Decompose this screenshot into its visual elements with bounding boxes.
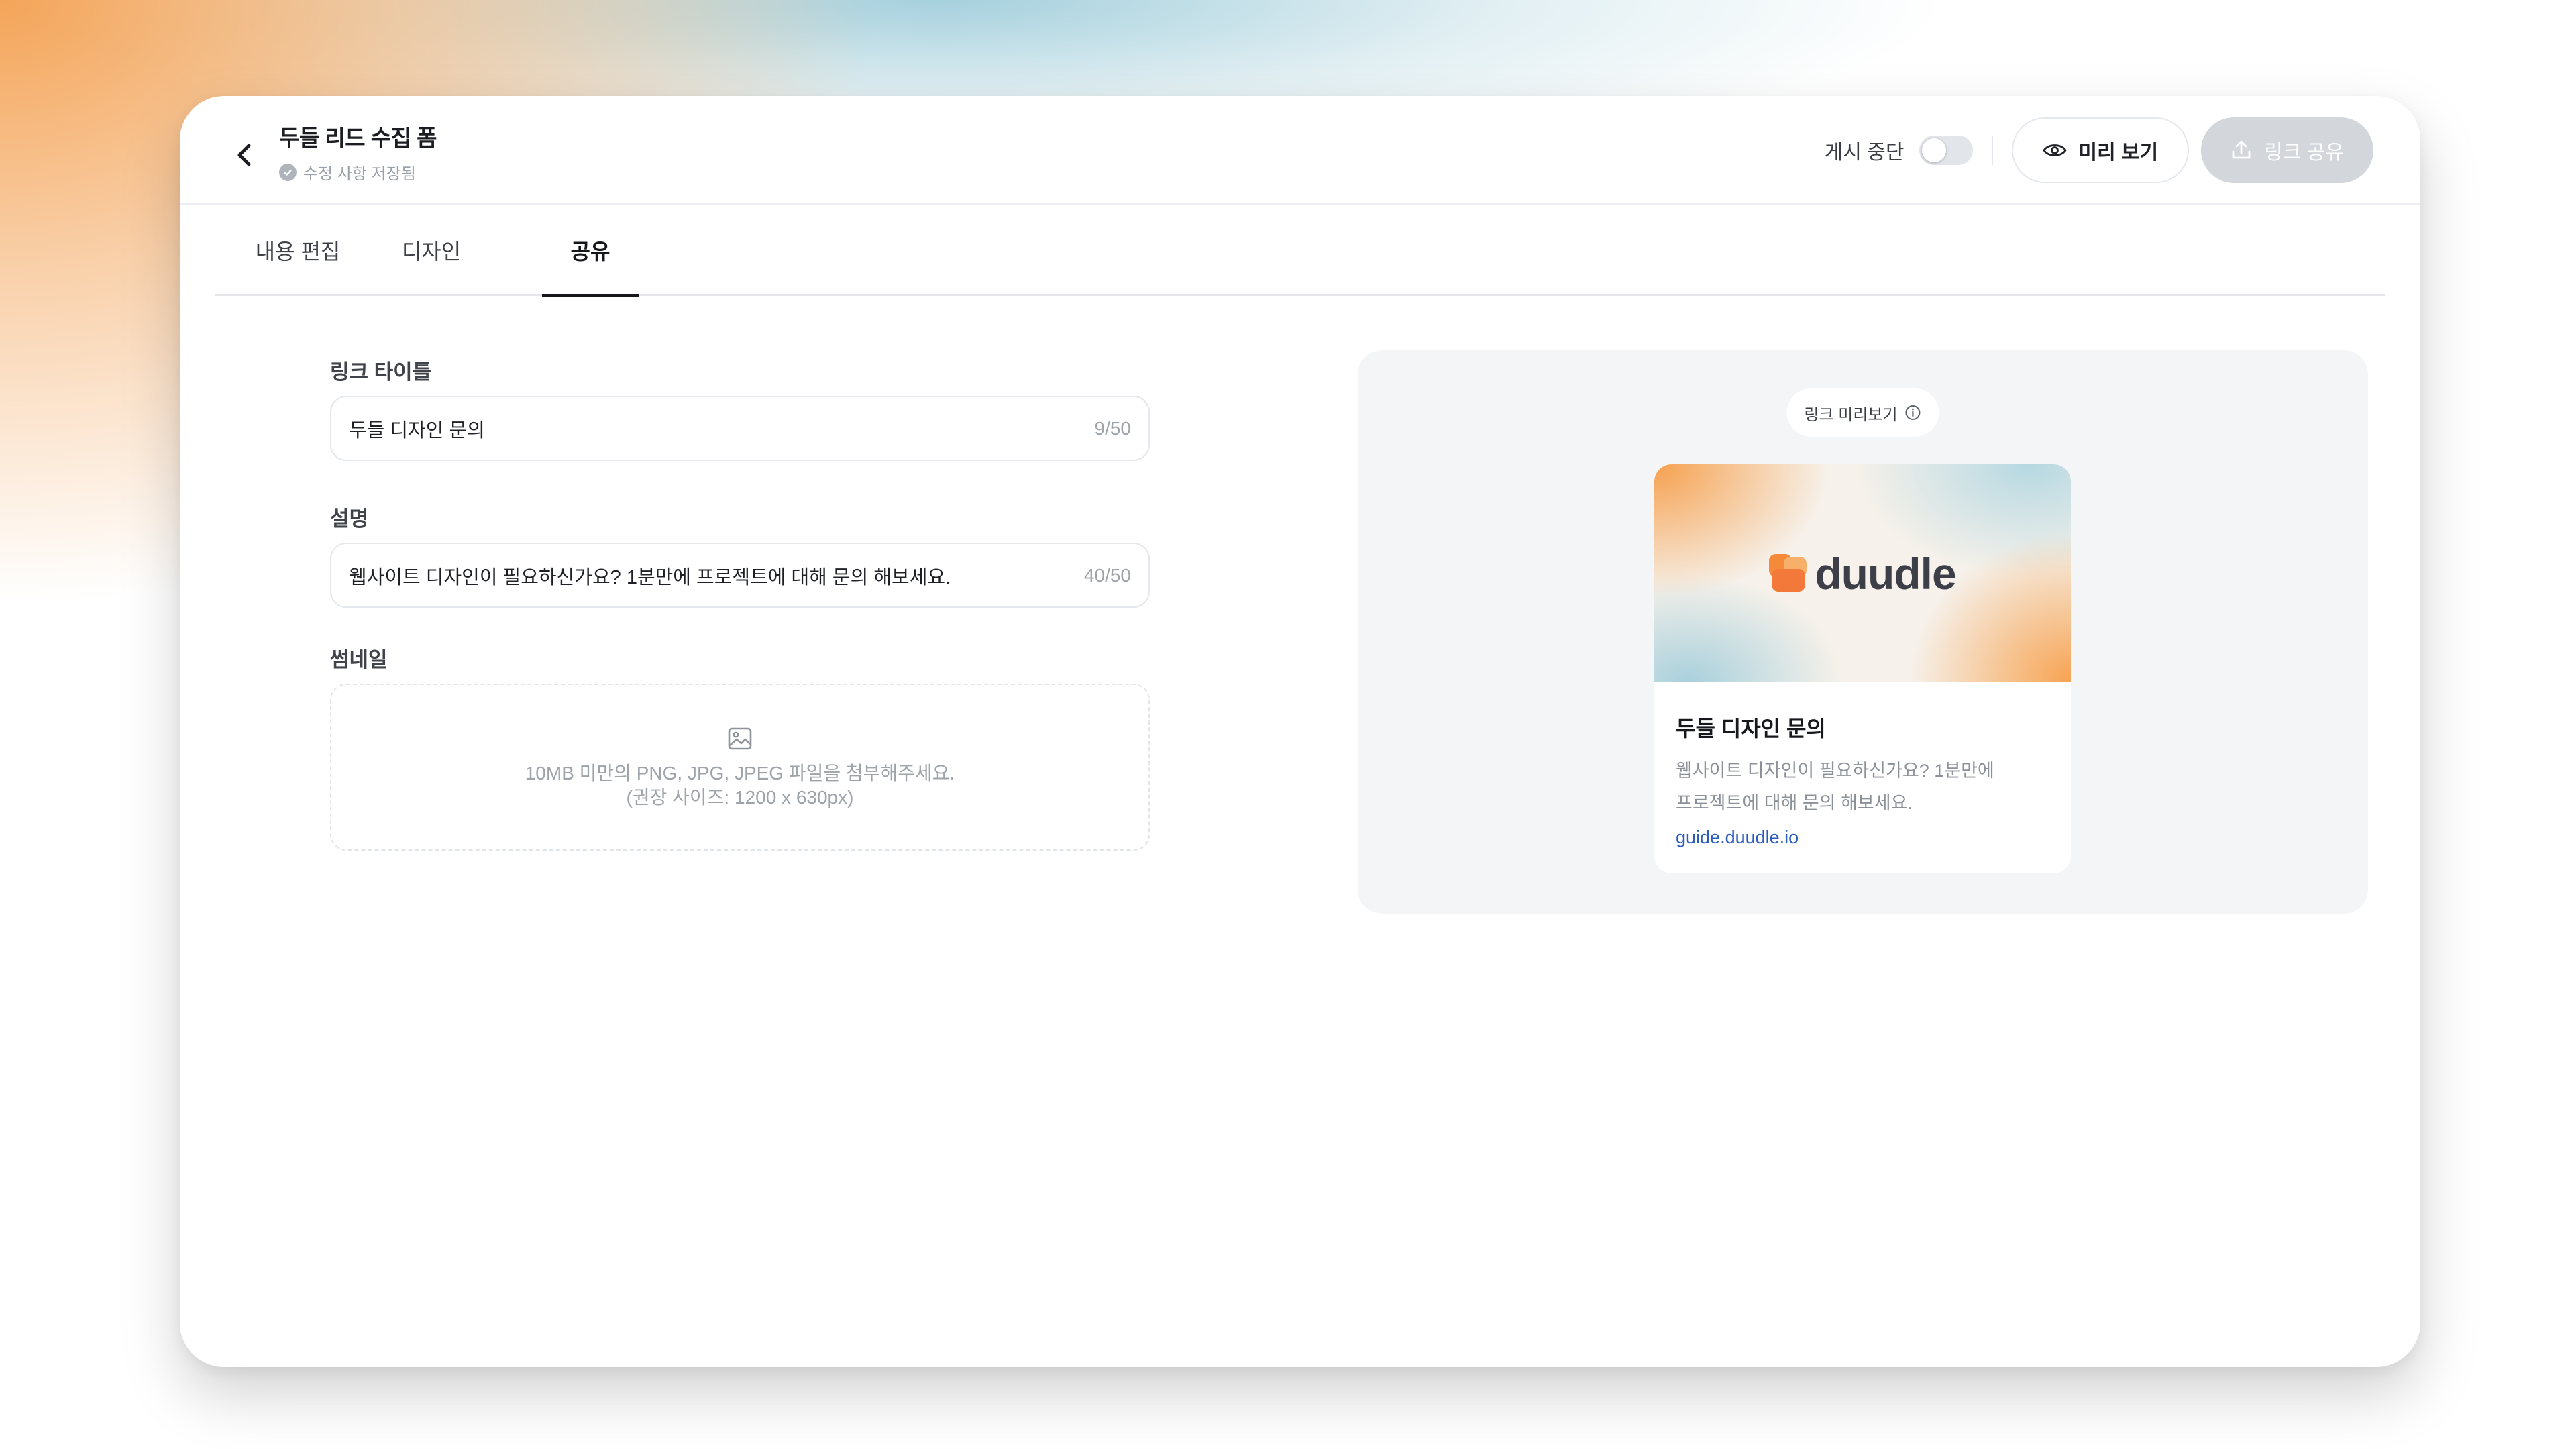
- tab-content-edit[interactable]: 내용 편집: [244, 205, 352, 296]
- link-title-input[interactable]: 두들 디자인 문의 9/50: [330, 396, 1150, 461]
- upload-hint-line2: (권장 사이즈: 1200 x 630px): [626, 786, 854, 808]
- eye-icon: [2042, 144, 2067, 156]
- card-body: 두들 디자인 문의 웹사이트 디자인이 필요하신가요? 1분만에 프로젝트에 대…: [1654, 682, 2071, 848]
- link-preview-pill: 링크 미리보기: [1786, 388, 1939, 437]
- card-description: 웹사이트 디자인이 필요하신가요? 1분만에 프로젝트에 대해 문의 해보세요.: [1676, 755, 2049, 819]
- card-title: 두들 디자인 문의: [1676, 716, 1826, 741]
- chevron-left-icon: [237, 144, 251, 166]
- card-desc-line2: 프로젝트에 대해 문의 해보세요.: [1676, 793, 1913, 813]
- duudle-logo-icon: [1769, 553, 1808, 593]
- link-title-label: 링크 타이틀: [330, 360, 432, 384]
- divider: [1991, 136, 1993, 165]
- header-actions: 게시 중단 미리 보기 링크 공유: [1825, 117, 2373, 183]
- share-link-button[interactable]: 링크 공유: [2201, 117, 2373, 183]
- image-icon: [728, 727, 752, 749]
- toggle-knob: [1921, 138, 1946, 162]
- card-thumbnail: duudle: [1654, 464, 2071, 682]
- upload-hint: 10MB 미만의 PNG, JPG, JPEG 파일을 첨부해주세요. (권장 …: [525, 761, 955, 810]
- description-input[interactable]: 웹사이트 디자인이 필요하신가요? 1분만에 프로젝트에 대해 문의 해보세요.…: [330, 543, 1150, 608]
- tab-design[interactable]: 디자인: [388, 205, 475, 296]
- upload-share-icon: [2232, 140, 2251, 159]
- duudle-logo: duudle: [1769, 548, 1957, 599]
- app-window: 두들 리드 수집 폼 수정 사항 저장됨 게시 중단 미리 보기 링크 공유 내…: [180, 96, 2420, 1367]
- thumbnail-label: 썸네일: [330, 648, 388, 672]
- link-preview-panel: 링크 미리보기 duudle 두들 디자인 문의 웹사이트 디자인이 필요하신가…: [1358, 350, 2368, 914]
- link-preview-card: duudle 두들 디자인 문의 웹사이트 디자인이 필요하신가요? 1분만에 …: [1654, 464, 2071, 873]
- check-circle-icon: [279, 163, 297, 181]
- tab-share[interactable]: 공유: [542, 205, 639, 297]
- card-desc-line1: 웹사이트 디자인이 필요하신가요? 1분만에: [1676, 761, 1994, 781]
- top-header: 두들 리드 수집 폼 수정 사항 저장됨 게시 중단 미리 보기 링크 공유: [180, 96, 2420, 205]
- info-icon[interactable]: [1904, 404, 1922, 421]
- description-counter: 40/50: [1083, 564, 1131, 586]
- publish-toggle[interactable]: [1919, 136, 1973, 165]
- thumbnail-upload-dropzone[interactable]: 10MB 미만의 PNG, JPG, JPEG 파일을 첨부해주세요. (권장 …: [330, 684, 1150, 851]
- save-status: 수정 사항 저장됨: [279, 160, 437, 184]
- tab-bar: 내용 편집 디자인 공유: [215, 205, 2385, 297]
- publish-toggle-label: 게시 중단: [1824, 142, 1904, 164]
- link-title-value: 두들 디자인 문의: [349, 419, 485, 441]
- description-label: 설명: [330, 507, 369, 531]
- preview-button[interactable]: 미리 보기: [2011, 117, 2190, 183]
- save-status-text: 수정 사항 저장됨: [303, 165, 416, 183]
- share-button-label: 링크 공유: [2264, 142, 2344, 164]
- upload-hint-line1: 10MB 미만의 PNG, JPG, JPEG 파일을 첨부해주세요.: [525, 762, 955, 784]
- link-preview-label: 링크 미리보기: [1804, 405, 1898, 424]
- logo-text: duudle: [1815, 548, 1956, 598]
- card-url: guide.duudle.io: [1676, 827, 1799, 847]
- preview-button-label: 미리 보기: [2078, 142, 2159, 164]
- link-title-counter: 9/50: [1094, 417, 1132, 439]
- title-block: 두들 리드 수집 폼 수정 사항 저장됨: [279, 120, 437, 184]
- description-value: 웹사이트 디자인이 필요하신가요? 1분만에 프로젝트에 대해 문의 해보세요.: [349, 566, 951, 588]
- page-title: 두들 리드 수집 폼: [279, 125, 437, 150]
- back-button[interactable]: [225, 136, 263, 174]
